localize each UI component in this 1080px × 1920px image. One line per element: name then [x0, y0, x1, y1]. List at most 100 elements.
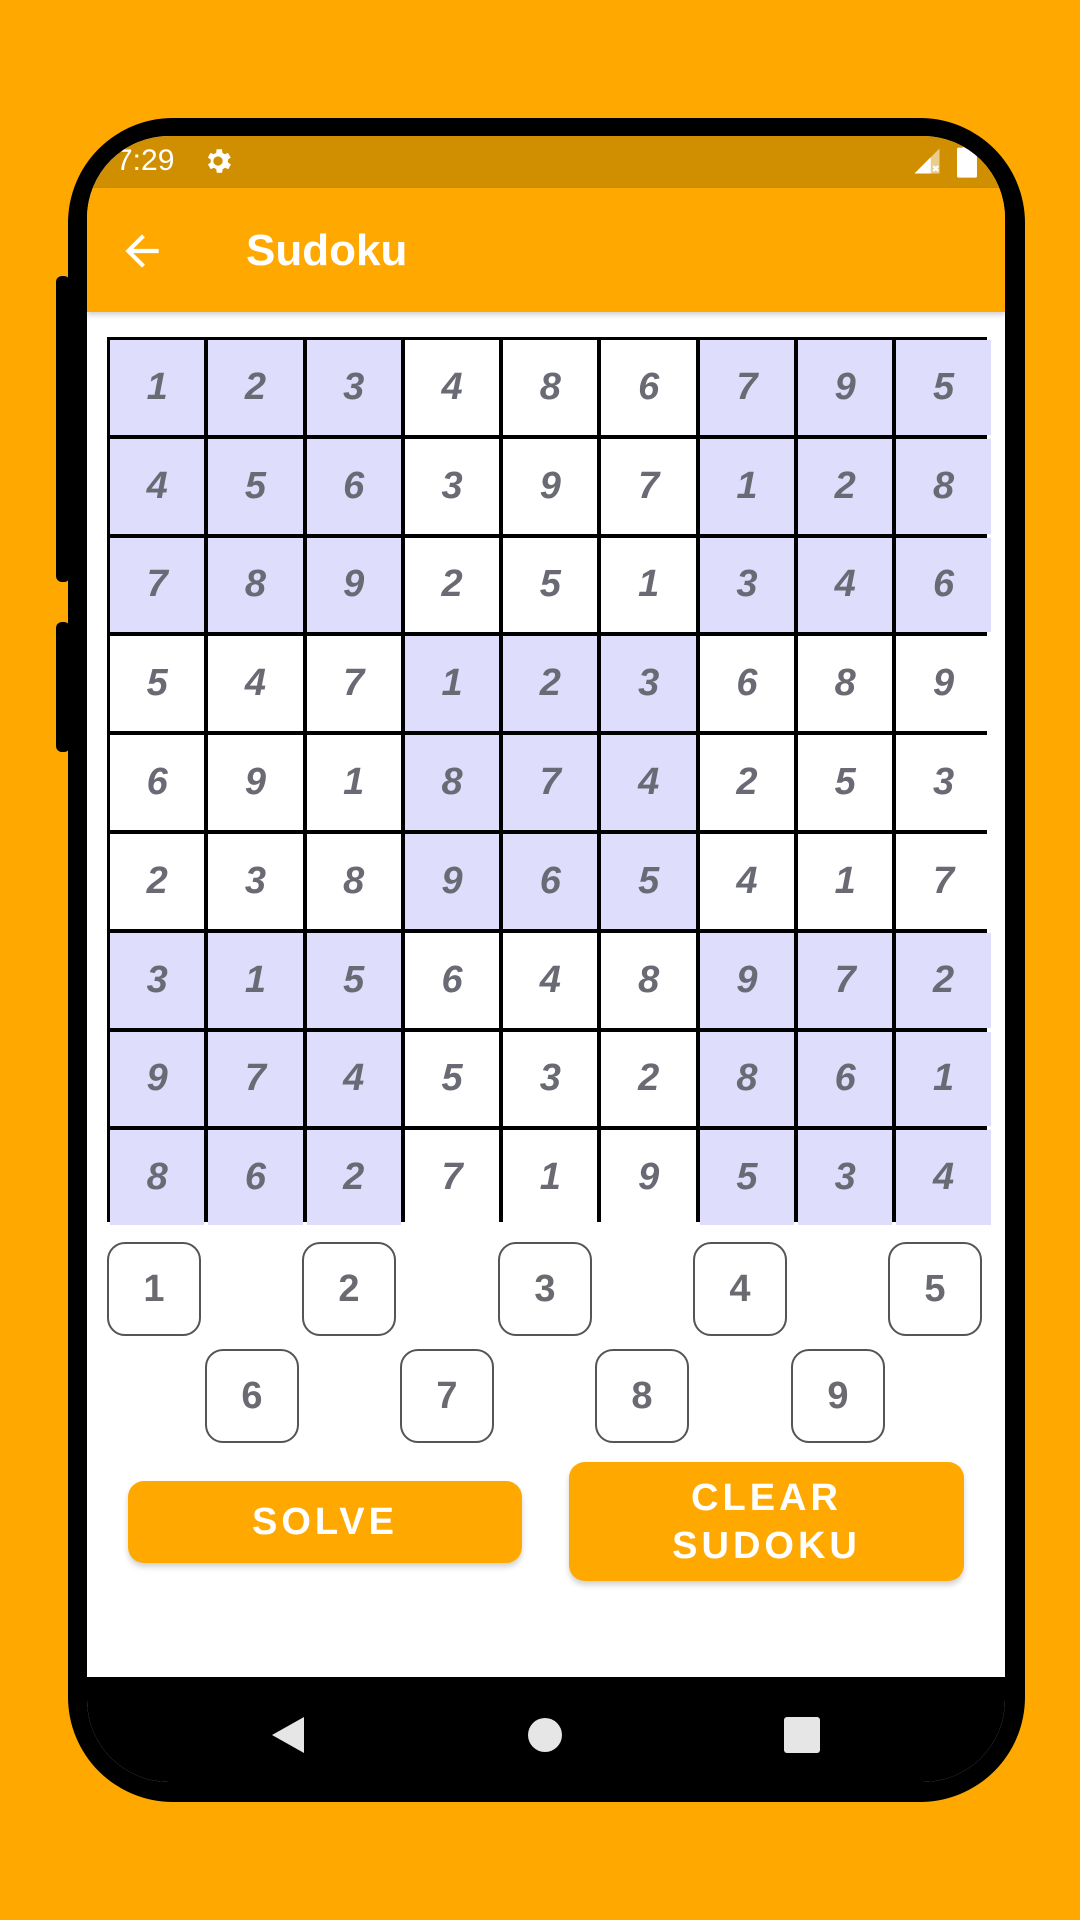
sudoku-cell[interactable]: 4 [601, 735, 696, 830]
sudoku-cell[interactable]: 2 [699, 735, 795, 830]
sudoku-cell[interactable]: 8 [699, 1031, 795, 1127]
solve-button[interactable]: SOLVE [128, 1481, 522, 1563]
sudoku-cell[interactable]: 2 [896, 932, 991, 1028]
sudoku-cell[interactable]: 8 [896, 438, 991, 534]
sudoku-cell[interactable]: 5 [896, 340, 991, 435]
sudoku-cell[interactable]: 9 [699, 932, 795, 1028]
number-button-3[interactable]: 3 [498, 1242, 592, 1336]
sudoku-cell[interactable]: 3 [404, 438, 500, 534]
sudoku-cell[interactable]: 5 [699, 1130, 795, 1226]
sudoku-cell[interactable]: 2 [110, 833, 205, 929]
sudoku-cell[interactable]: 1 [896, 1031, 991, 1127]
sudoku-cell[interactable]: 7 [306, 636, 401, 732]
sudoku-cell[interactable]: 5 [798, 735, 893, 830]
sudoku-cell[interactable]: 1 [110, 340, 205, 435]
sudoku-cell[interactable]: 7 [601, 438, 696, 534]
sudoku-cell[interactable]: 7 [699, 340, 795, 435]
sudoku-cell[interactable]: 1 [601, 537, 696, 633]
sudoku-cell[interactable]: 2 [208, 340, 303, 435]
sudoku-cell[interactable]: 6 [798, 1031, 893, 1127]
clear-sudoku-button[interactable]: CLEAR SUDOKU [569, 1462, 964, 1581]
sudoku-cell[interactable]: 3 [306, 340, 401, 435]
sudoku-cell[interactable]: 8 [208, 537, 303, 633]
sudoku-cell[interactable]: 8 [110, 1130, 205, 1226]
sudoku-cell[interactable]: 9 [110, 1031, 205, 1127]
sudoku-cell[interactable]: 3 [503, 1031, 598, 1127]
sudoku-cell[interactable]: 8 [798, 636, 893, 732]
sudoku-cell[interactable]: 2 [306, 1130, 401, 1226]
number-button-5[interactable]: 5 [888, 1242, 982, 1336]
sudoku-cell[interactable]: 2 [601, 1031, 696, 1127]
signal-icon [914, 148, 940, 174]
sudoku-cell[interactable]: 4 [896, 1130, 991, 1226]
number-button-4[interactable]: 4 [693, 1242, 787, 1336]
sudoku-cell[interactable]: 2 [503, 636, 598, 732]
sudoku-cell[interactable]: 7 [798, 932, 893, 1028]
sudoku-cell[interactable]: 5 [503, 537, 598, 633]
sudoku-cell[interactable]: 3 [601, 636, 696, 732]
sudoku-cell[interactable]: 9 [208, 735, 303, 830]
sudoku-cell[interactable]: 7 [110, 537, 205, 633]
sudoku-cell[interactable]: 2 [798, 438, 893, 534]
status-time: 7:29 [116, 144, 175, 177]
sudoku-cell[interactable]: 6 [208, 1130, 303, 1226]
number-button-6[interactable]: 6 [205, 1349, 299, 1443]
sudoku-cell[interactable]: 6 [306, 438, 401, 534]
sudoku-cell[interactable]: 8 [503, 340, 598, 435]
sudoku-cell[interactable]: 8 [601, 932, 696, 1028]
sudoku-cell[interactable]: 7 [503, 735, 598, 830]
sudoku-cell[interactable]: 2 [404, 537, 500, 633]
sudoku-cell[interactable]: 3 [110, 932, 205, 1028]
sudoku-cell[interactable]: 6 [503, 833, 598, 929]
sudoku-cell[interactable]: 8 [306, 833, 401, 929]
sudoku-cell[interactable]: 4 [699, 833, 795, 929]
recents-square-icon[interactable] [784, 1717, 820, 1753]
sudoku-cell[interactable]: 7 [896, 833, 991, 929]
sudoku-cell[interactable]: 1 [699, 438, 795, 534]
sudoku-cell[interactable]: 7 [404, 1130, 500, 1226]
sudoku-cell[interactable]: 1 [503, 1130, 598, 1226]
sudoku-cell[interactable]: 9 [601, 1130, 696, 1226]
sudoku-cell[interactable]: 9 [306, 537, 401, 633]
number-button-2[interactable]: 2 [302, 1242, 396, 1336]
sudoku-cell[interactable]: 1 [208, 932, 303, 1028]
number-button-8[interactable]: 8 [595, 1349, 689, 1443]
sudoku-cell[interactable]: 6 [601, 340, 696, 435]
sudoku-cell[interactable]: 3 [798, 1130, 893, 1226]
back-triangle-icon[interactable] [270, 1715, 306, 1755]
sudoku-cell[interactable]: 1 [798, 833, 893, 929]
sudoku-cell[interactable]: 4 [503, 932, 598, 1028]
sudoku-cell[interactable]: 9 [404, 833, 500, 929]
sudoku-cell[interactable]: 6 [404, 932, 500, 1028]
sudoku-cell[interactable]: 4 [208, 636, 303, 732]
sudoku-cell[interactable]: 8 [404, 735, 500, 830]
sudoku-cell[interactable]: 4 [404, 340, 500, 435]
number-button-7[interactable]: 7 [400, 1349, 494, 1443]
phone-side-button-power [56, 622, 70, 752]
sudoku-cell[interactable]: 3 [896, 735, 991, 830]
arrow-left-icon[interactable] [117, 226, 167, 276]
sudoku-cell[interactable]: 6 [699, 636, 795, 732]
sudoku-cell[interactable]: 5 [208, 438, 303, 534]
number-button-1[interactable]: 1 [107, 1242, 201, 1336]
sudoku-cell[interactable]: 6 [110, 735, 205, 830]
sudoku-cell[interactable]: 9 [896, 636, 991, 732]
sudoku-cell[interactable]: 4 [306, 1031, 401, 1127]
sudoku-cell[interactable]: 1 [306, 735, 401, 830]
sudoku-cell[interactable]: 5 [110, 636, 205, 732]
sudoku-cell[interactable]: 5 [306, 932, 401, 1028]
number-button-9[interactable]: 9 [791, 1349, 885, 1443]
sudoku-cell[interactable]: 5 [404, 1031, 500, 1127]
sudoku-cell[interactable]: 9 [798, 340, 893, 435]
sudoku-grid: 1234867954563971287892513465471236896918… [107, 337, 991, 1226]
sudoku-cell[interactable]: 4 [110, 438, 205, 534]
sudoku-cell[interactable]: 9 [503, 438, 598, 534]
sudoku-cell[interactable]: 7 [208, 1031, 303, 1127]
sudoku-cell[interactable]: 5 [601, 833, 696, 929]
home-circle-icon[interactable] [527, 1717, 563, 1753]
sudoku-cell[interactable]: 3 [208, 833, 303, 929]
sudoku-cell[interactable]: 6 [896, 537, 991, 633]
sudoku-cell[interactable]: 3 [699, 537, 795, 633]
sudoku-cell[interactable]: 4 [798, 537, 893, 633]
sudoku-cell[interactable]: 1 [404, 636, 500, 732]
